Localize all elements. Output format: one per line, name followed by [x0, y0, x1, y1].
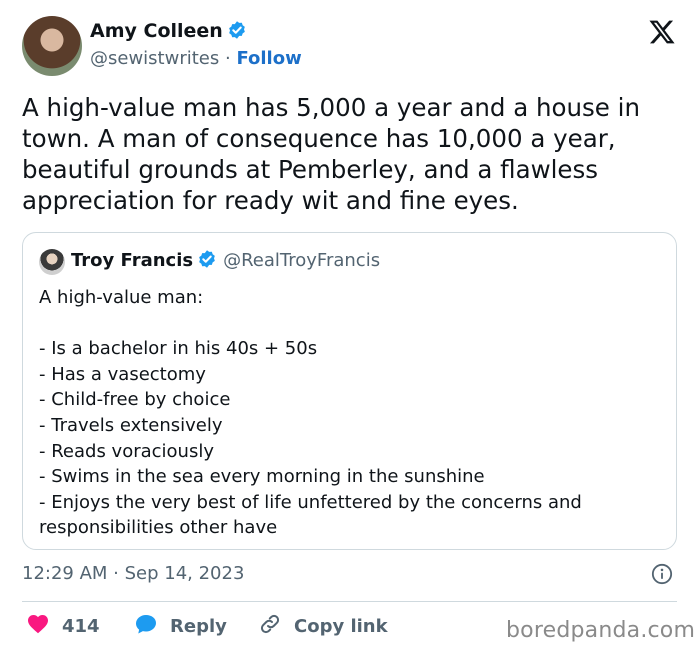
watermark: boredpanda.com	[506, 618, 696, 643]
verified-badge-icon	[197, 249, 217, 274]
author-handle[interactable]: @sewistwrites	[90, 48, 219, 69]
author-avatar[interactable]	[22, 16, 82, 76]
info-icon[interactable]	[651, 563, 673, 585]
reply-bubble-icon	[134, 612, 170, 641]
like-button[interactable]: 414	[26, 612, 100, 641]
quoted-author-line: Troy Francis @RealTroyFrancis	[71, 249, 380, 274]
quoted-author-avatar[interactable]	[39, 249, 65, 275]
author-name[interactable]: Amy Colleen	[90, 20, 247, 45]
copy-link-label: Copy link	[294, 616, 388, 637]
like-count: 414	[62, 616, 100, 637]
quoted-author-name[interactable]: Troy Francis	[71, 250, 193, 271]
copy-link-button[interactable]: Copy link	[258, 612, 388, 641]
actions-divider	[22, 601, 677, 602]
reply-label: Reply	[170, 616, 227, 637]
author-handle-line: @sewistwrites · Follow	[90, 48, 302, 69]
quoted-tweet-card[interactable]: Troy Francis @RealTroyFrancis A high-valu…	[22, 232, 677, 550]
heart-icon	[26, 612, 62, 641]
tweet-text: A high-value man has 5,000 a year and a …	[22, 93, 641, 215]
link-icon	[258, 612, 294, 641]
tweet-timestamp[interactable]: 12:29 AM · Sep 14, 2023	[22, 563, 244, 584]
follow-button[interactable]: Follow	[236, 48, 301, 69]
author-name-text[interactable]: Amy Colleen	[90, 20, 223, 42]
verified-badge-icon	[227, 20, 247, 45]
reply-button[interactable]: Reply	[134, 612, 227, 641]
quoted-author-handle[interactable]: @RealTroyFrancis	[223, 250, 380, 271]
separator-dot: ·	[224, 48, 231, 69]
quoted-tweet-text: A high-value man: - Is a bachelor in his…	[39, 287, 582, 539]
x-logo-icon[interactable]	[648, 18, 676, 46]
